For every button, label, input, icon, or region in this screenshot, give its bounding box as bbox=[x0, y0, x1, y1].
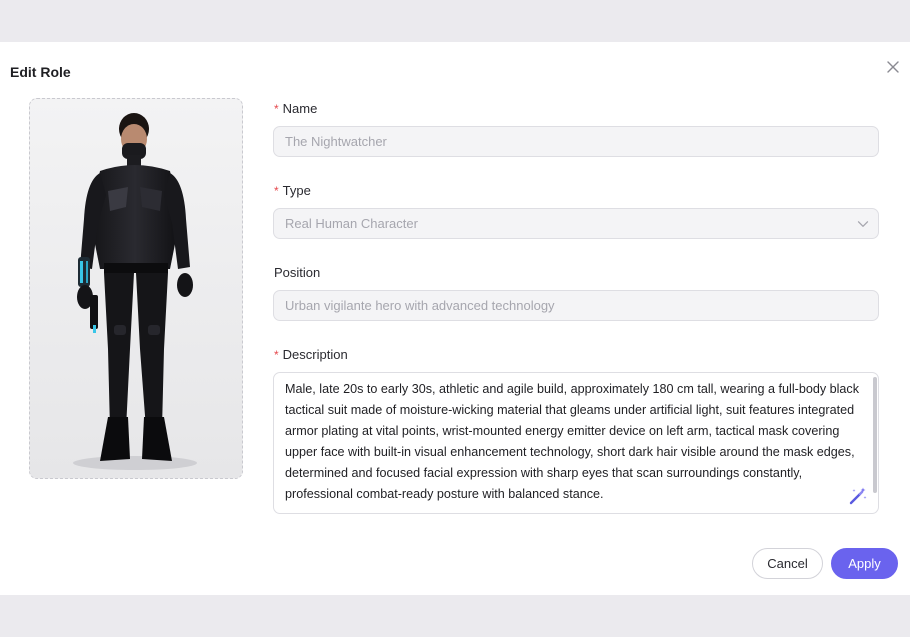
required-marker: * bbox=[274, 102, 279, 116]
position-label-text: Position bbox=[274, 265, 321, 280]
name-input-placeholder: The Nightwatcher bbox=[285, 134, 387, 149]
chevron-down-icon bbox=[857, 221, 869, 227]
edit-role-dialog: Edit Role * Name The Nightwatcher * Type… bbox=[0, 42, 910, 595]
cancel-button[interactable]: Cancel bbox=[752, 548, 823, 579]
character-illustration bbox=[30, 99, 242, 478]
description-textarea[interactable]: Male, late 20s to early 30s, athletic an… bbox=[273, 372, 879, 514]
textarea-scrollbar[interactable] bbox=[873, 377, 877, 493]
description-label: * Description bbox=[274, 347, 348, 362]
required-marker: * bbox=[274, 184, 279, 198]
type-label-text: Type bbox=[282, 183, 311, 198]
character-photo[interactable] bbox=[29, 98, 243, 479]
position-label: Position bbox=[274, 265, 320, 280]
close-icon[interactable] bbox=[884, 58, 902, 76]
description-text: Male, late 20s to early 30s, athletic an… bbox=[285, 382, 860, 501]
magic-wand-icon[interactable] bbox=[848, 486, 868, 506]
type-select[interactable]: Real Human Character bbox=[273, 208, 879, 239]
name-input[interactable]: The Nightwatcher bbox=[273, 126, 879, 157]
name-label-text: Name bbox=[282, 101, 318, 116]
apply-button[interactable]: Apply bbox=[831, 548, 898, 579]
position-input-placeholder: Urban vigilante hero with advanced techn… bbox=[285, 298, 555, 313]
name-label: * Name bbox=[274, 101, 317, 116]
position-input[interactable]: Urban vigilante hero with advanced techn… bbox=[273, 290, 879, 321]
required-marker: * bbox=[274, 348, 279, 362]
type-label: * Type bbox=[274, 183, 311, 198]
type-select-value: Real Human Character bbox=[285, 216, 418, 231]
dialog-title: Edit Role bbox=[10, 64, 71, 80]
description-label-text: Description bbox=[282, 347, 348, 362]
